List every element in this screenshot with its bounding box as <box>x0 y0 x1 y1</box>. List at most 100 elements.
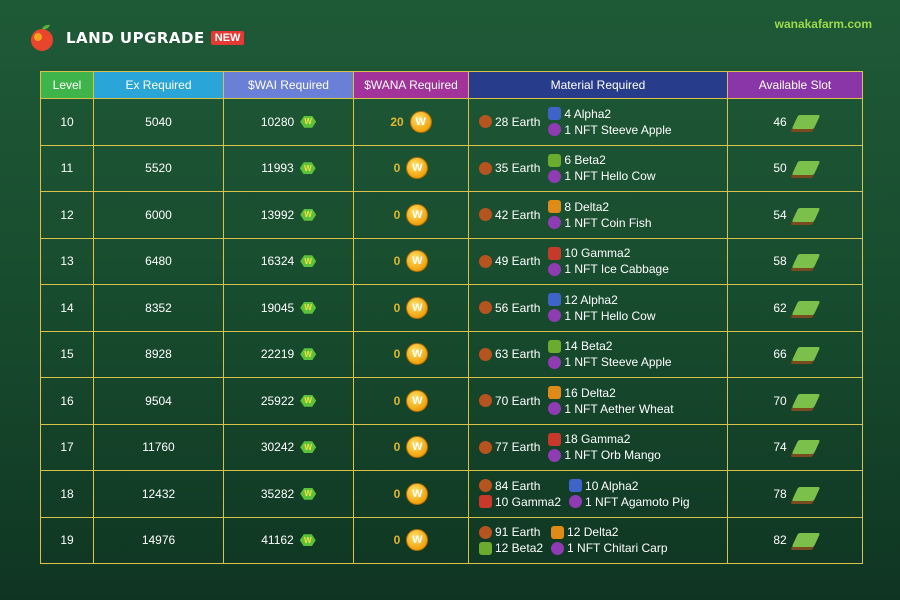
slot-value: 58 <box>773 254 787 269</box>
material-text: 12 Delta2 <box>567 525 619 540</box>
wana-value: 0 <box>393 440 401 455</box>
wana-coin-icon: W <box>406 157 429 180</box>
wana-value: 0 <box>393 300 401 315</box>
land-tile-icon <box>795 301 817 315</box>
delta-icon <box>548 386 562 400</box>
wana-cell: 0W <box>353 284 469 332</box>
material-item: 28 Earth <box>479 115 540 129</box>
material-item: 6 Beta2 <box>548 153 655 167</box>
nft-icon <box>548 262 562 276</box>
wai-gem-icon: W <box>300 441 317 454</box>
material-cell: 63 Earth 14 Beta2 1 NFT Steeve Apple <box>468 330 728 378</box>
ex-cell: 5520 <box>93 144 224 192</box>
slot-cell: 74 <box>727 423 863 471</box>
slot-cell: 54 <box>727 191 863 239</box>
wai-value: 25922 <box>260 393 295 408</box>
wana-coin-icon: W <box>406 482 429 505</box>
level-value: 17 <box>60 440 74 455</box>
level-value: 18 <box>60 486 74 501</box>
header: Land Upgrade NEW <box>26 20 245 56</box>
wana-value: 0 <box>393 393 401 408</box>
material-text: 1 NFT Ice Cabbage <box>564 262 669 277</box>
material-cell: 42 Earth 8 Delta2 1 NFT Coin Fish <box>468 191 728 239</box>
earth-icon <box>479 115 492 129</box>
wai-value: 11993 <box>261 161 294 176</box>
slot-cell: 66 <box>727 330 863 378</box>
level-value: 12 <box>60 207 74 222</box>
material-item: 12 Beta2 <box>479 541 543 555</box>
wai-value: 10280 <box>260 114 295 129</box>
level-cell: 13 <box>40 237 94 285</box>
nft-icon <box>548 216 562 230</box>
table-row: 17 11760 30242 W 0 W 77 Earth 18 Gamma2 1 NFT Or… <box>40 423 863 471</box>
material-text: 8 Delta2 <box>564 199 610 214</box>
level-value: 11 <box>60 161 74 176</box>
table-row: 19 14976 41162 W 0 W 91 Earth 12 Beta2 12 Delta2… <box>40 516 863 564</box>
table-row: 18 12432 35282 W 0 W 84 Earth 10 Gamma2 10 Alpha… <box>40 470 863 518</box>
table-header-row: Level Ex Required $WAI Required $WANA Re… <box>40 71 863 99</box>
table-row: 16 9504 25922 W 0 W 70 Earth 16 Delta2 1 NFT Aet… <box>40 377 863 425</box>
material-item: 1 NFT Ice Cabbage <box>548 262 669 276</box>
col-material-required: Material Required <box>468 71 728 99</box>
wai-gem-icon: W <box>300 301 317 314</box>
nft-icon <box>548 448 562 462</box>
wai-cell: 41162 W <box>223 516 354 564</box>
wana-value: 20 <box>390 114 404 129</box>
ex-cell: 6480 <box>93 237 224 285</box>
wana-cell: 0W <box>353 237 469 285</box>
site-link[interactable]: wanakafarm.com <box>775 17 872 31</box>
wai-value: 35282 <box>260 486 295 501</box>
wai-value: 22219 <box>260 347 295 362</box>
material-item: 1 NFT Steeve Apple <box>548 355 672 370</box>
slot-cell: 70 <box>727 377 863 425</box>
material-text: 70 Earth <box>495 393 541 408</box>
material-cell: 84 Earth 10 Gamma2 10 Alpha2 1 NFT Agamoto … <box>468 470 728 518</box>
material-text: 56 Earth <box>495 300 541 315</box>
material-text: 91 Earth <box>495 525 541 540</box>
material-text: 1 NFT Coin Fish <box>564 215 652 230</box>
slot-cell: 58 <box>727 237 863 285</box>
wai-value: 41162 <box>261 533 294 548</box>
slot-value: 70 <box>773 393 787 408</box>
wai-value: 13992 <box>260 207 295 222</box>
material-item: 10 Alpha2 <box>569 479 690 493</box>
col-level: Level <box>40 71 94 99</box>
table-row: 12 6000 13992 W 0 W 42 Earth 8 Delta2 1 NFT Coin… <box>40 191 863 239</box>
nft-icon <box>551 541 565 555</box>
wana-value: 0 <box>393 207 401 222</box>
land-tile-icon <box>795 115 817 129</box>
material-item: 91 Earth <box>479 525 543 539</box>
material-item: 56 Earth <box>479 301 540 315</box>
gamma-icon <box>548 246 562 260</box>
wana-coin-icon: W <box>406 389 429 412</box>
slot-cell: 46 <box>727 98 863 146</box>
level-cell: 17 <box>40 423 94 471</box>
wai-gem-icon: W <box>300 208 317 221</box>
level-cell: 12 <box>40 191 94 239</box>
earth-icon <box>479 347 492 361</box>
slot-value: 66 <box>773 347 787 362</box>
slot-value: 46 <box>773 114 787 129</box>
beta-icon <box>548 339 562 353</box>
wana-cell: 0W <box>353 377 469 425</box>
material-item: 16 Delta2 <box>548 386 673 400</box>
earth-icon <box>479 525 492 539</box>
land-tile-icon <box>795 208 817 222</box>
ex-value: 12432 <box>141 486 176 501</box>
ex-value: 6480 <box>145 254 172 269</box>
material-text: 1 NFT Chitari Carp <box>567 541 668 556</box>
wai-cell: 13992 W <box>223 191 354 239</box>
wana-cell: 0W <box>353 191 469 239</box>
earth-icon <box>479 254 492 268</box>
material-text: 6 Beta2 <box>564 153 606 168</box>
gamma-icon <box>479 495 492 509</box>
material-cell: 28 Earth 4 Alpha2 1 NFT Steeve Apple <box>468 98 728 146</box>
material-text: 1 NFT Steeve Apple <box>564 355 672 370</box>
material-item: 63 Earth <box>479 347 540 361</box>
level-value: 16 <box>60 393 74 408</box>
ex-cell: 14976 <box>93 516 224 564</box>
ex-value: 8352 <box>145 300 172 315</box>
ex-value: 9504 <box>145 393 172 408</box>
wana-value: 0 <box>393 161 401 176</box>
col-wai-required: $WAI Required <box>223 71 354 99</box>
